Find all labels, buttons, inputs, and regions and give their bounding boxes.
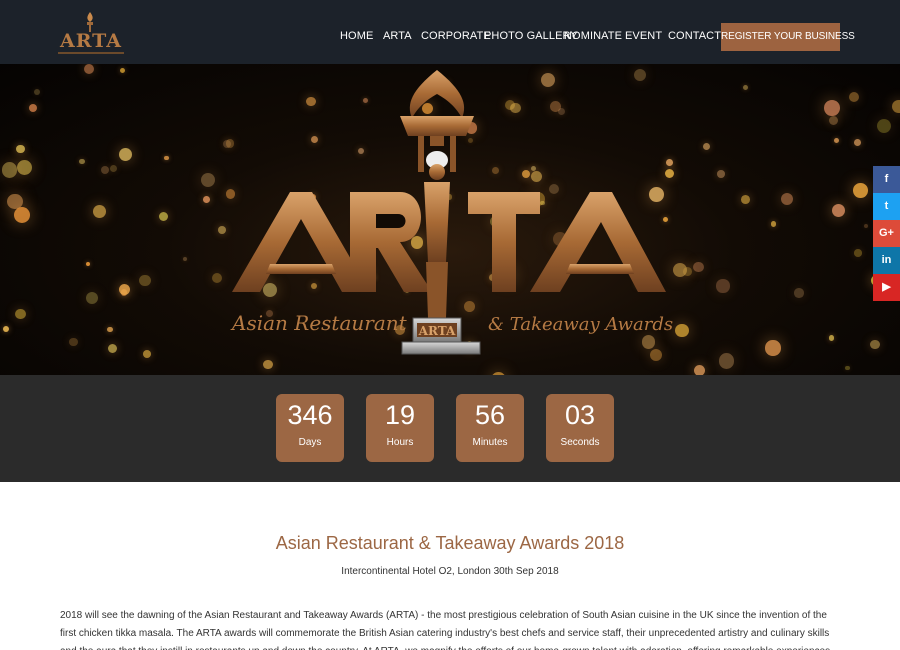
site-header: ARTA HOME ARTA CORPORATE PHOTO GALLERY N… xyxy=(0,0,900,64)
arta-award-graphic: ARTA Asian Restaurant & Takeaway Awards xyxy=(230,70,673,355)
nav-nominate[interactable]: NOMINATE xyxy=(564,30,622,42)
countdown-label: Days xyxy=(298,437,322,448)
nav-corporate[interactable]: CORPORATE xyxy=(421,30,491,42)
countdown-value: 03 xyxy=(564,400,596,430)
facebook-icon[interactable]: f xyxy=(873,166,900,193)
linkedin-icon[interactable]: in xyxy=(873,247,900,274)
tagline-right: & Takeaway Awards xyxy=(488,314,673,335)
register-business-button[interactable]: REGISTER YOUR BUSINESS xyxy=(721,23,855,51)
countdown-hours: 19 Hours xyxy=(366,394,434,462)
page-title: Asian Restaurant & Takeaway Awards 2018 xyxy=(275,533,625,553)
trophy-plaque-text: ARTA xyxy=(418,324,456,338)
social-share-bar: f t G+ in ▶ xyxy=(873,166,900,301)
countdown-value: 19 xyxy=(384,400,416,430)
tagline-left: Asian Restaurant xyxy=(230,311,408,335)
arta-logo[interactable]: ARTA xyxy=(56,12,126,58)
wordmark-letter-r xyxy=(350,192,432,292)
countdown-label: Hours xyxy=(386,437,414,448)
countdown-value: 56 xyxy=(474,400,506,430)
google-plus-icon[interactable]: G+ xyxy=(873,220,900,247)
nav-contact[interactable]: CONTACT xyxy=(668,30,721,42)
countdown-days: 346 Days xyxy=(276,394,344,462)
countdown-section: 346 Days 19 Hours 56 Minutes 03 Seconds xyxy=(0,375,900,482)
torch-icon xyxy=(87,12,93,32)
countdown-minutes: 56 Minutes xyxy=(456,394,524,462)
nav-home[interactable]: HOME xyxy=(340,30,373,42)
wordmark-letter-a1 xyxy=(232,192,370,292)
nav-event[interactable]: EVENT xyxy=(625,30,662,42)
hero-banner: ARTA Asian Restaurant & Takeaway Awards xyxy=(0,64,900,375)
nav-arta[interactable]: ARTA xyxy=(383,30,412,42)
logo-underline xyxy=(58,52,124,54)
wordmark-letter-a2 xyxy=(530,192,666,292)
twitter-icon[interactable]: t xyxy=(873,193,900,220)
event-subtitle: Intercontinental Hotel O2, London 30th S… xyxy=(341,566,559,577)
countdown-label: Minutes xyxy=(472,437,508,448)
intro-paragraph: 2018 will see the dawning of the Asian R… xyxy=(60,610,830,650)
countdown-label: Seconds xyxy=(560,437,600,448)
countdown-value: 346 xyxy=(287,400,333,430)
youtube-icon[interactable]: ▶ xyxy=(873,274,900,301)
wordmark-letter-t xyxy=(468,192,540,292)
countdown-seconds: 03 Seconds xyxy=(546,394,614,462)
logo-text: ARTA xyxy=(59,30,123,52)
